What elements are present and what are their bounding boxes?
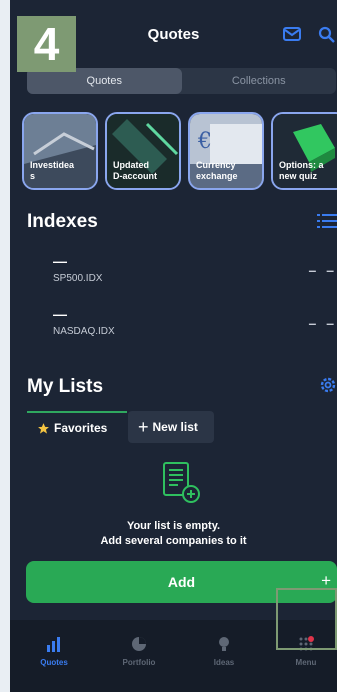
list-icon[interactable] bbox=[317, 213, 337, 229]
svg-text:€: € bbox=[197, 129, 212, 154]
story-card[interactable]: Options: a new quiz bbox=[271, 112, 337, 190]
plus-icon: + bbox=[138, 417, 149, 437]
index-change: – – bbox=[308, 262, 337, 278]
index-name: SP500.IDX bbox=[53, 273, 103, 284]
empty-state-title: Your list is empty. bbox=[126, 520, 221, 532]
tab-label: Favorites bbox=[54, 421, 108, 435]
my-lists-title: My Lists bbox=[27, 376, 104, 397]
pie-chart-icon bbox=[132, 637, 146, 651]
tab-collections[interactable]: Collections bbox=[182, 68, 337, 94]
lightbulb-icon bbox=[219, 637, 229, 651]
new-list-button[interactable]: + New list bbox=[128, 411, 214, 443]
tabbar-item-ideas[interactable]: Ideas bbox=[192, 636, 256, 667]
index-name: NASDAQ.IDX bbox=[53, 326, 115, 337]
tabbar-label: Menu bbox=[295, 658, 317, 667]
search-icon[interactable] bbox=[318, 26, 336, 44]
story-label: Currency exchange bbox=[196, 160, 238, 181]
index-price: — bbox=[53, 253, 67, 269]
story-card[interactable]: € Currency exchange bbox=[188, 112, 264, 190]
bar-chart-icon bbox=[47, 637, 60, 652]
app-screen: Quotes Quotes Collections Investidea s U bbox=[10, 0, 337, 692]
empty-list-icon bbox=[163, 462, 200, 503]
indexes-title: Indexes bbox=[27, 211, 98, 232]
index-price: — bbox=[53, 306, 67, 322]
tabbar-label: Portfolio bbox=[122, 658, 156, 667]
story-label: Updated D-account bbox=[113, 160, 158, 181]
tab-label: New list bbox=[152, 420, 198, 434]
index-change: – – bbox=[308, 315, 337, 331]
tabbar-item-quotes[interactable]: Quotes bbox=[22, 636, 86, 667]
step-badge: 4 bbox=[17, 16, 76, 72]
add-button-label: Add bbox=[167, 574, 196, 590]
story-label: Options: a new quiz bbox=[279, 160, 324, 181]
stories-carousel: Investidea s Updated D-account € Currenc… bbox=[22, 112, 337, 190]
tabbar-item-portfolio[interactable]: Portfolio bbox=[107, 636, 171, 667]
story-label: Investidea s bbox=[30, 160, 75, 181]
gear-icon[interactable] bbox=[319, 376, 337, 394]
mail-icon[interactable] bbox=[283, 26, 301, 42]
story-card[interactable]: Investidea s bbox=[22, 112, 98, 190]
tab-favorites[interactable]: Favorites bbox=[27, 411, 127, 443]
tabbar-label: Quotes bbox=[40, 658, 68, 667]
star-icon bbox=[38, 422, 49, 434]
tabbar-label: Ideas bbox=[213, 658, 235, 667]
highlight-box bbox=[276, 588, 337, 650]
story-card[interactable]: Updated D-account bbox=[105, 112, 181, 190]
empty-state-subtitle: Add several companies to it bbox=[100, 535, 247, 547]
